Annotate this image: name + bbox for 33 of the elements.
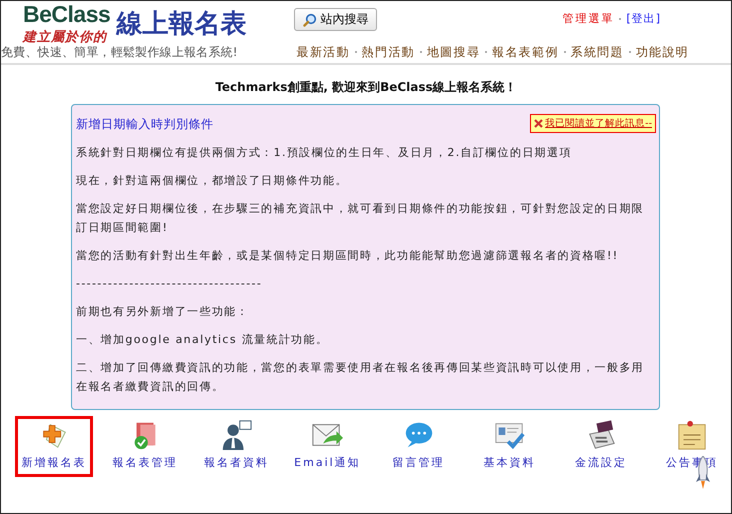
notice-paragraph: 當您的活動有針對出生年齡，或是某個特定日期區間時，此功能能幫助您過濾篩選報名者的資格喔!! <box>76 248 620 264</box>
close-icon <box>534 119 544 128</box>
notice-paragraph: 系統針對日期欄位有提供兩個方式：1.預設欄位的生日年、及日月，2.自訂欄位的日期選項 <box>76 145 573 161</box>
notice-paragraph: 一、增加google analytics 流量統計功能。 <box>76 332 330 348</box>
dismiss-notice[interactable]: 我已閱讀並了解此訊息-- <box>530 114 656 133</box>
logo-slogan: 建立屬於你的 <box>23 28 108 46</box>
notice-paragraph: 當您設定好日期欄位後，在步驟三的補充資訊中，就可看到日期條件的功能按鈕，可針對您設定的日期限訂日期區間範圍! <box>76 201 646 236</box>
nav-link[interactable]: 報名表範例 <box>492 44 559 60</box>
tool-item[interactable]: 基本資料 <box>470 416 549 477</box>
notice-paragraph: ----------------------------------- <box>76 276 264 292</box>
tagline: 免費、快速、簡單，輕鬆製作線上報名系統! <box>1 44 238 60</box>
tool-item[interactable]: 新增報名表 <box>15 416 94 477</box>
tool-item[interactable]: 金流設定 <box>562 416 640 477</box>
nav-link[interactable]: 系統問題 <box>570 44 624 60</box>
tool-item[interactable]: 留言管理 <box>380 416 458 477</box>
tool-item[interactable]: 報名表管理 <box>106 416 184 477</box>
nav-link[interactable]: 最新活動 <box>296 44 350 60</box>
nav-link[interactable]: 熱門活動 <box>362 44 415 60</box>
tool-item[interactable]: Email通知 <box>288 416 366 477</box>
notice-paragraph: 現在，針對這兩個欄位，都增設了日期條件功能。 <box>76 173 349 189</box>
welcome-text: Techmarks創重點, 歡迎來到BeClass線上報名系統！ <box>214 79 518 95</box>
notice-title: 新增日期輸入時判別條件 <box>76 116 214 133</box>
logo-brand: BeClass <box>23 1 110 28</box>
logo-title: 線上報名表 <box>116 8 246 41</box>
search-icon <box>303 12 318 26</box>
logout-link[interactable]: [登出] <box>626 11 661 26</box>
admin-menu-link[interactable]: 管理選單 <box>562 11 614 26</box>
notice-paragraph: 二、增加了回傳繳費資訊的功能，當您的表單需要使用者在報名後再傳回某些資訊時可以使用，一般多用在報名者繳費資訊的回傳。 <box>76 360 646 395</box>
search-button[interactable]: 站內搜尋 <box>294 8 378 31</box>
notice-paragraph: 前期也有另外新增了一些功能： <box>76 304 250 320</box>
nav-link[interactable]: 功能說明 <box>636 44 689 60</box>
tool-item[interactable]: 報名者資料 <box>197 416 276 477</box>
nav-link[interactable]: 地圖搜尋 <box>426 44 480 60</box>
